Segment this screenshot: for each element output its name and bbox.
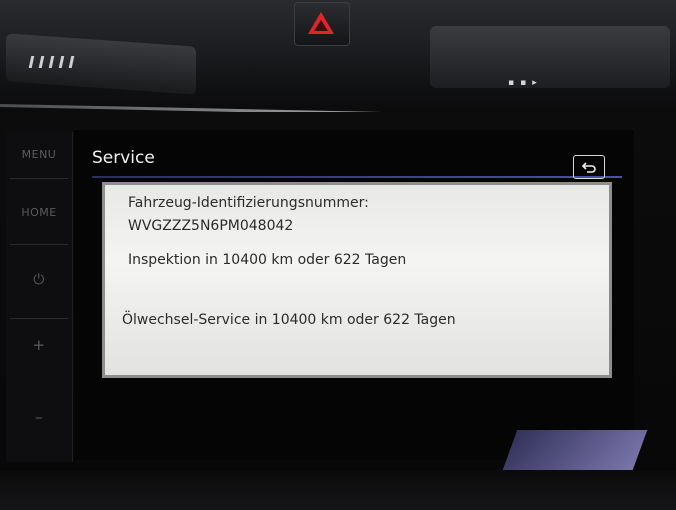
volume-up-button[interactable]: +	[6, 336, 72, 354]
home-button[interactable]: HOME	[6, 206, 72, 219]
back-arrow-icon	[581, 162, 596, 173]
bottom-bezel	[0, 470, 676, 510]
oil-service-info: Ölwechsel-Service in 10400 km oder 622 T…	[122, 312, 456, 328]
inspection-info: Inspektion in 10400 km oder 622 Tagen	[128, 252, 407, 268]
service-info-panel	[102, 182, 612, 378]
vent-slats	[28, 56, 75, 68]
back-button[interactable]	[573, 155, 605, 179]
vin-label: Fahrzeug-Identifizierungsnummer:	[128, 195, 369, 211]
hazard-icon-inner	[314, 20, 328, 31]
volume-down-button[interactable]: –	[6, 408, 72, 426]
side-separator	[10, 244, 68, 245]
title-underline	[92, 176, 622, 178]
power-button[interactable]: ⏻	[6, 272, 72, 288]
screen-reflection	[502, 430, 648, 470]
side-separator	[10, 178, 68, 179]
vin-value: WVGZZZ5N6PM048042	[128, 218, 294, 234]
vent-right-indicators: ▪▪▸	[508, 78, 543, 88]
menu-button[interactable]: MENU	[6, 148, 72, 161]
page-title: Service	[92, 148, 155, 168]
air-vent-right	[430, 26, 670, 88]
side-button-panel: MENU HOME ⏻ + –	[6, 132, 73, 462]
side-separator	[10, 318, 68, 319]
